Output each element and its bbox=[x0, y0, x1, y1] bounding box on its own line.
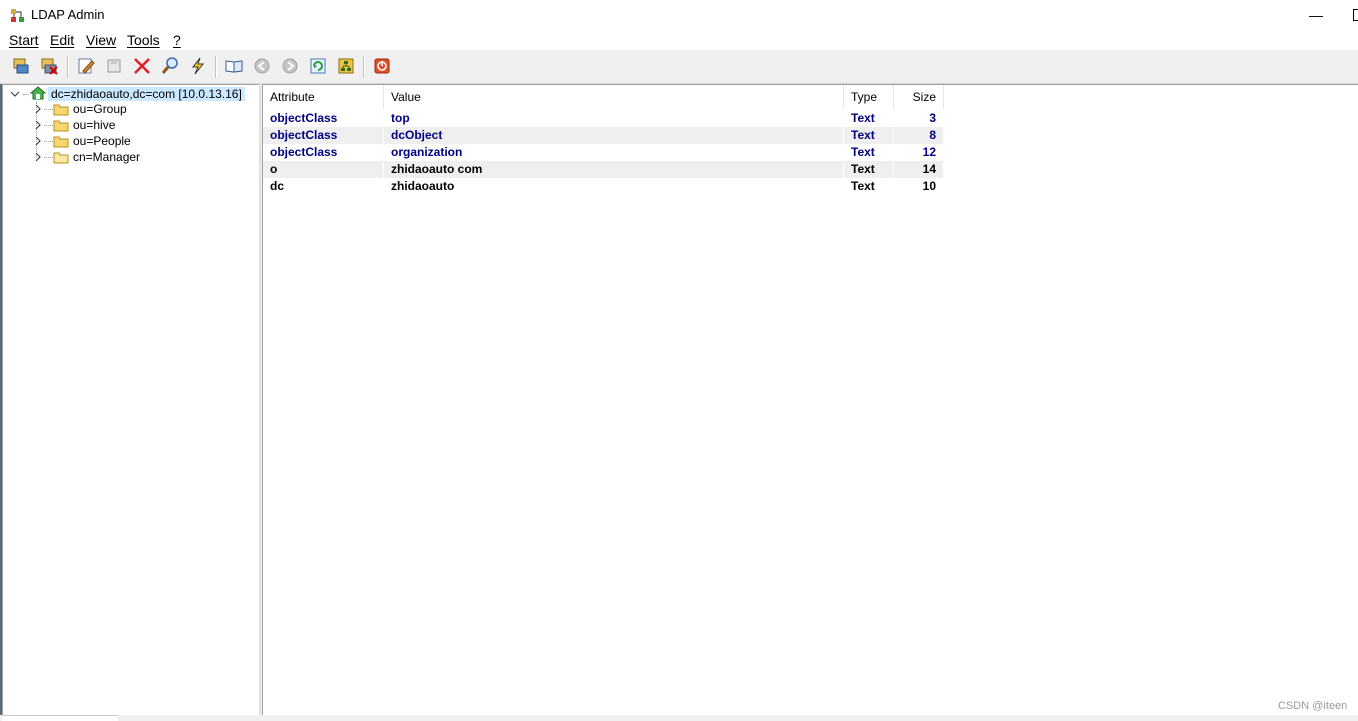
directory-tree[interactable]: dc=zhidaoauto,dc=com [10.0.13.16] ou=Gro… bbox=[2, 84, 260, 717]
tree-node-label: ou=Group bbox=[73, 102, 127, 116]
back-icon[interactable] bbox=[252, 56, 272, 76]
window-title: LDAP Admin bbox=[31, 7, 105, 22]
title-bar: LDAP Admin — bbox=[0, 0, 1358, 30]
expand-arrow-icon[interactable] bbox=[33, 136, 43, 146]
toolbar bbox=[0, 50, 1358, 84]
tree-node-label: ou=hive bbox=[73, 118, 116, 132]
toolbar-separator bbox=[67, 56, 69, 78]
collapse-arrow-icon[interactable] bbox=[10, 89, 20, 99]
tree-node-hive[interactable]: ou=hive bbox=[73, 117, 115, 133]
column-header-type[interactable]: Type bbox=[844, 85, 894, 109]
tree-node-group[interactable]: ou=Group bbox=[73, 101, 127, 117]
minimize-button[interactable]: — bbox=[1296, 0, 1336, 30]
tree-icon[interactable] bbox=[336, 56, 356, 76]
table-row[interactable]: objectClass dcObject Text 8 bbox=[263, 127, 944, 144]
cell-attribute: o bbox=[263, 161, 383, 178]
exit-icon[interactable] bbox=[372, 56, 392, 76]
cell-size: 8 bbox=[894, 127, 943, 144]
tree-connector bbox=[44, 125, 53, 126]
disconnect-icon[interactable] bbox=[39, 56, 59, 76]
expand-arrow-icon[interactable] bbox=[33, 152, 43, 162]
server-home-icon bbox=[30, 86, 46, 100]
folder-icon bbox=[53, 104, 69, 116]
edit-entry-icon[interactable] bbox=[76, 56, 96, 76]
cell-type: Text bbox=[844, 127, 893, 144]
attribute-grid[interactable]: Attribute Value Type Size objectClass top… bbox=[262, 84, 1358, 716]
cell-type: Text bbox=[844, 161, 893, 178]
lightning-icon[interactable] bbox=[188, 56, 208, 76]
table-row[interactable]: o zhidaoauto com Text 14 bbox=[263, 161, 944, 178]
folder-icon bbox=[53, 152, 69, 164]
connect-icon[interactable] bbox=[11, 56, 31, 76]
maximize-button[interactable] bbox=[1340, 0, 1358, 30]
cell-value: top bbox=[391, 111, 410, 125]
tree-node-manager[interactable]: cn=Manager bbox=[73, 149, 140, 165]
menu-edit[interactable]: Edit bbox=[50, 32, 74, 48]
app-icon bbox=[11, 9, 24, 22]
cell-size: 12 bbox=[922, 145, 936, 159]
tree-node-label: cn=Manager bbox=[73, 150, 141, 164]
forward-icon[interactable] bbox=[280, 56, 300, 76]
tree-connector bbox=[44, 157, 53, 158]
tree-connector bbox=[44, 141, 53, 142]
cell-type: Text bbox=[851, 111, 875, 125]
bottom-tab[interactable] bbox=[2, 715, 118, 721]
cell-value: dcObject bbox=[384, 127, 843, 144]
tree-connector bbox=[23, 94, 29, 95]
column-header-value[interactable]: Value bbox=[384, 85, 844, 109]
menu-bar: Start Edit View Tools ? bbox=[0, 30, 1358, 50]
table-row[interactable]: dc zhidaoauto Text 10 bbox=[263, 178, 944, 195]
menu-tools[interactable]: Tools bbox=[127, 32, 160, 48]
refresh-icon[interactable] bbox=[308, 56, 328, 76]
menu-start[interactable]: Start bbox=[9, 32, 39, 48]
folder-icon bbox=[53, 136, 69, 148]
table-row[interactable]: objectClass organization Text 12 bbox=[263, 144, 944, 161]
tree-root-label: dc=zhidaoauto,dc=com [10.0.13.16] bbox=[48, 87, 245, 101]
cell-size: 3 bbox=[929, 111, 936, 125]
table-row[interactable]: objectClass top Text 3 bbox=[263, 110, 944, 127]
cell-type: Text bbox=[851, 179, 875, 193]
search-icon[interactable] bbox=[160, 56, 180, 76]
cell-attribute: objectClass bbox=[270, 145, 338, 159]
tree-connector bbox=[44, 109, 53, 110]
save-icon[interactable] bbox=[104, 56, 124, 76]
cell-value: zhidaoauto bbox=[391, 179, 455, 193]
menu-view[interactable]: View bbox=[86, 32, 116, 48]
cell-size: 10 bbox=[922, 179, 936, 193]
cell-value: zhidaoauto com bbox=[384, 161, 843, 178]
pane-splitter[interactable] bbox=[259, 84, 261, 716]
tree-node-label: ou=People bbox=[73, 134, 131, 148]
tree-node-people[interactable]: ou=People bbox=[73, 133, 131, 149]
maximize-icon bbox=[1353, 9, 1358, 21]
expand-arrow-icon[interactable] bbox=[33, 104, 43, 114]
schema-book-icon[interactable] bbox=[224, 56, 244, 76]
column-header-size[interactable]: Size bbox=[894, 85, 944, 109]
tree-root-node[interactable]: dc=zhidaoauto,dc=com [10.0.13.16] bbox=[48, 86, 245, 102]
cell-type: Text bbox=[851, 145, 875, 159]
expand-arrow-icon[interactable] bbox=[33, 120, 43, 130]
cell-size: 14 bbox=[894, 161, 943, 178]
watermark: CSDN @iteen bbox=[1278, 700, 1348, 712]
status-strip bbox=[0, 715, 1358, 720]
cell-value: organization bbox=[391, 145, 463, 159]
toolbar-separator bbox=[215, 56, 217, 78]
cell-attribute: objectClass bbox=[270, 111, 338, 125]
cell-attribute: dc bbox=[270, 179, 285, 193]
delete-icon[interactable] bbox=[132, 56, 152, 76]
column-header-attribute[interactable]: Attribute bbox=[263, 85, 384, 109]
cell-attribute: objectClass bbox=[263, 127, 383, 144]
folder-icon bbox=[53, 120, 69, 132]
menu-help[interactable]: ? bbox=[173, 32, 181, 48]
toolbar-separator bbox=[363, 56, 365, 78]
